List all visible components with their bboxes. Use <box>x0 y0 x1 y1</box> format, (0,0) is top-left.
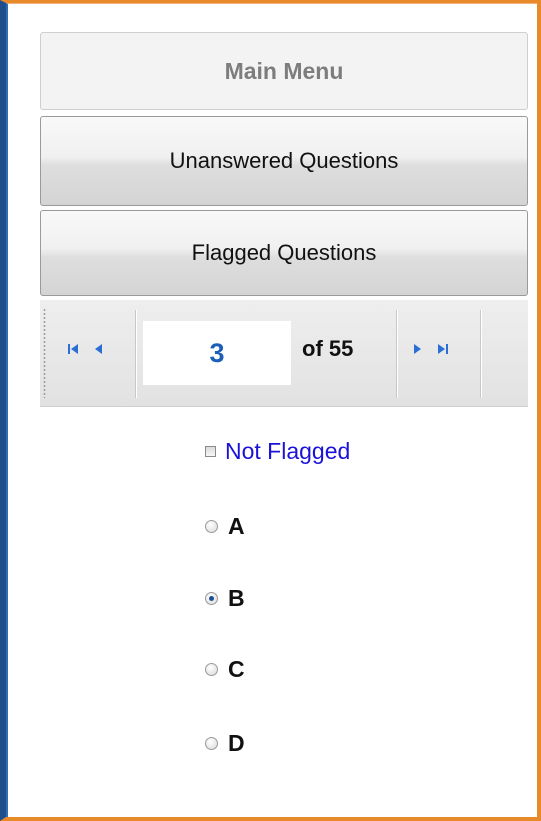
answer-option-d[interactable]: D <box>205 730 245 757</box>
next-page-icon[interactable] <box>406 338 428 360</box>
answer-option-c[interactable]: C <box>205 656 245 683</box>
first-page-icon[interactable] <box>62 338 84 360</box>
option-label: B <box>228 585 245 611</box>
previous-page-icon[interactable] <box>88 338 110 360</box>
toolbar-separator <box>480 310 482 398</box>
toolbar-grip[interactable] <box>43 308 46 398</box>
option-label: C <box>228 656 245 682</box>
toolbar-separator <box>396 310 398 398</box>
flagged-questions-button[interactable]: Flagged Questions <box>40 210 528 296</box>
answer-option-a[interactable]: A <box>205 513 245 540</box>
radio-button-selected[interactable] <box>205 592 218 605</box>
radio-button[interactable] <box>205 663 218 676</box>
option-label: A <box>228 513 245 539</box>
question-navigator: of 55 <box>40 300 528 407</box>
toolbar-separator <box>135 310 137 398</box>
window-frame: Main Menu Unanswered Questions Flagged Q… <box>0 0 541 821</box>
total-pages-label: of 55 <box>302 336 354 361</box>
radio-button[interactable] <box>205 737 218 750</box>
not-flagged-toggle[interactable]: Not Flagged <box>205 438 350 465</box>
flag-checkbox[interactable] <box>205 446 216 457</box>
main-menu-button[interactable]: Main Menu <box>40 32 528 110</box>
flag-label: Not Flagged <box>225 438 351 464</box>
current-page-input[interactable] <box>143 321 291 385</box>
option-label: D <box>228 730 245 756</box>
radio-button[interactable] <box>205 520 218 533</box>
last-page-icon[interactable] <box>432 338 454 360</box>
answer-option-b[interactable]: B <box>205 585 245 612</box>
unanswered-questions-button[interactable]: Unanswered Questions <box>40 116 528 206</box>
